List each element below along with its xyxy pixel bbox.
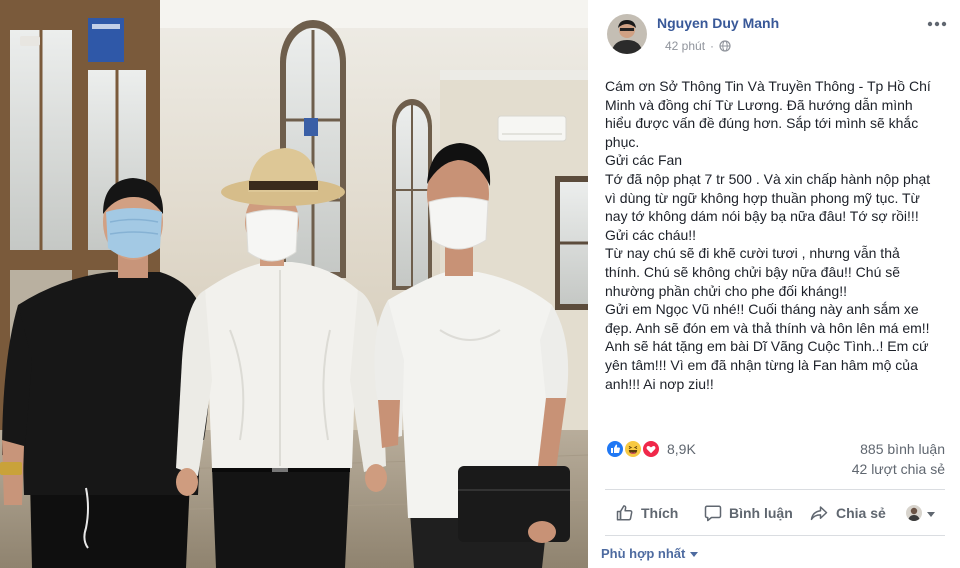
post-panel: Nguyen Duy Manh 42 phút · Cám ơn Sở Thôn…	[588, 0, 960, 568]
post-text-line: hiểu được vấn đề đúng hơn. Sắp tới mình …	[605, 115, 919, 132]
post-photo[interactable]	[0, 0, 588, 568]
more-options-icon[interactable]	[925, 17, 949, 29]
post-text-line: nay tớ không dám nói bậy bạ nữa đâu! Tớ …	[605, 208, 919, 225]
thumbs-up-icon[interactable]	[616, 504, 634, 522]
haha-reaction-icon	[624, 440, 642, 458]
arched-window-2	[392, 99, 432, 290]
author-avatar[interactable]	[607, 14, 647, 54]
post-text-line: yên tâm!!! Vì em đã nhận từng là Fan hâm…	[605, 356, 918, 373]
divider	[605, 489, 945, 490]
post-meta: 42 phút ·	[665, 38, 731, 54]
post-text-line: phục.	[605, 133, 640, 150]
post-text-line: Tớ đã nộp phạt 7 tr 500 . Và xin chấp hà…	[605, 170, 931, 187]
chevron-down-icon[interactable]	[927, 512, 935, 517]
post-text-line: Cám ơn Sở Thông Tin Và Truyền Thông - Tp…	[605, 78, 931, 94]
comment-icon[interactable]	[704, 504, 722, 522]
post-text-line: anh!!! Ai nơp ziu!!	[605, 375, 714, 392]
post-text-line: nhường phần chửi cho phe đối kháng!!	[605, 282, 847, 299]
caret-down-icon	[690, 551, 699, 557]
post-text-line: Gửi em Ngọc Vũ nhé!! Cuối tháng này anh …	[605, 301, 919, 318]
post-text-line: Gửi các Fan	[605, 152, 683, 169]
post-text-line: Anh sẽ hát tặng em bài Dĩ Vãng Cuộc Tình…	[605, 338, 929, 355]
comment-sort-label: Phù hợp nhất	[601, 546, 686, 561]
reaction-count[interactable]: 8,9K	[667, 440, 696, 458]
reaction-icons[interactable]	[606, 440, 660, 458]
post-text-line: đẹp. Anh sẽ đón em và thả thính và hôn l…	[605, 319, 930, 336]
post-text: Cám ơn Sở Thông Tin Và Truyền Thông - Tp…	[605, 77, 931, 393]
photo-viewer: Nguyen Duy Manh 42 phút · Cám ơn Sở Thôn…	[0, 0, 960, 568]
globe-icon	[719, 40, 731, 52]
like-reaction-icon	[606, 440, 624, 458]
photo-scene	[0, 0, 588, 568]
comment-count[interactable]: 885 bình luận	[860, 440, 945, 458]
share-icon[interactable]	[810, 504, 828, 522]
divider	[605, 535, 945, 536]
post-text-line: thính. Chú sẽ không chửi bậy nữa đâu!! C…	[605, 263, 901, 280]
air-conditioner	[497, 115, 567, 142]
like-button[interactable]: Thích	[641, 504, 678, 522]
comment-button[interactable]: Bình luận	[729, 504, 793, 522]
post-time[interactable]: 42 phút	[665, 38, 705, 54]
post-text-line: Minh và đồng chí Từ Lương. Đã hướng dẫn …	[605, 96, 913, 113]
post-text-line: Gửi các cháu!!	[605, 226, 697, 243]
viewer-avatar-selector[interactable]	[906, 505, 922, 521]
post-text-line: Từ nay chú sẽ đi khẽ cười tươi , nhưng v…	[605, 245, 900, 262]
love-reaction-icon	[642, 440, 660, 458]
share-button[interactable]: Chia sẻ	[836, 504, 886, 522]
share-count[interactable]: 42 lượt chia sẻ	[852, 460, 945, 478]
comment-sort-dropdown[interactable]: Phù hợp nhất	[601, 545, 699, 563]
meta-separator: ·	[710, 39, 715, 53]
author-name[interactable]: Nguyen Duy Manh	[657, 14, 779, 32]
post-text-line: vì dùng từ ngữ không hợp thuần phong mỹ …	[605, 189, 920, 206]
